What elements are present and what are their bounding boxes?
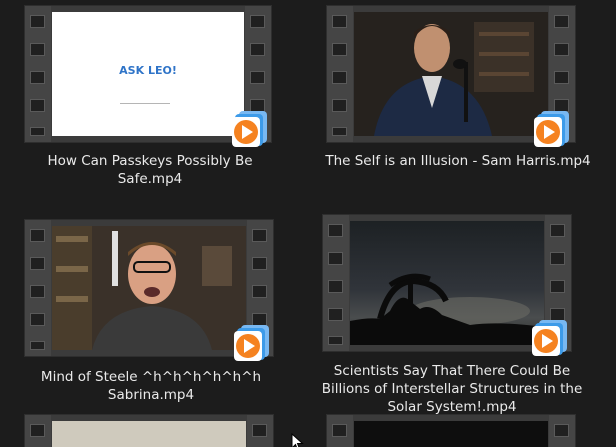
film-strip-left [25, 6, 51, 142]
media-player-play-icon [532, 320, 567, 356]
film-strip-left [327, 6, 353, 142]
video-thumbnail [52, 226, 246, 350]
video-caption: Scientists Say That There Could Be Billi… [321, 363, 583, 415]
video-tile-mind-of-steele[interactable]: Mind of Steele ^h^h^h^h^h^h Sabrina.mp4 [0, 210, 300, 415]
video-thumbnail: ASK LEO! [52, 12, 244, 136]
video-tile-interstellar[interactable]: Scientists Say That There Could Be Billi… [300, 210, 616, 420]
video-tile-partial-right[interactable] [300, 415, 616, 447]
video-tile-sam-harris[interactable]: The Self is an Illusion - Sam Harris.mp4 [300, 0, 616, 210]
video-thumbnail [52, 421, 246, 447]
video-thumbnail-grid: ASK LEO! How Can Passkeys Possibly Be Sa… [0, 0, 616, 447]
film-strip-right [549, 415, 575, 447]
film-strip-left [25, 220, 51, 356]
video-thumbnail [354, 421, 548, 447]
mouse-cursor-icon [291, 433, 304, 447]
media-player-play-icon [534, 111, 569, 147]
video-tile-partial-left[interactable] [0, 415, 300, 447]
film-frame [25, 415, 273, 447]
video-caption: Mind of Steele ^h^h^h^h^h^h Sabrina.mp4 [40, 369, 262, 403]
film-frame [327, 415, 575, 447]
media-player-play-icon [234, 325, 269, 361]
video-thumbnail [354, 12, 548, 136]
film-strip-left [323, 215, 349, 351]
film-strip-left [327, 415, 353, 447]
video-caption: How Can Passkeys Possibly Be Safe.mp4 [47, 153, 253, 187]
media-player-play-icon [232, 111, 267, 147]
film-strip-right [247, 415, 273, 447]
thumbnail-logo-text: ASK LEO! [119, 64, 177, 77]
video-caption: The Self is an Illusion - Sam Harris.mp4 [325, 153, 591, 169]
film-strip-left [25, 415, 51, 447]
video-tile-passkeys[interactable]: ASK LEO! How Can Passkeys Possibly Be Sa… [0, 0, 300, 210]
video-thumbnail [350, 221, 544, 345]
